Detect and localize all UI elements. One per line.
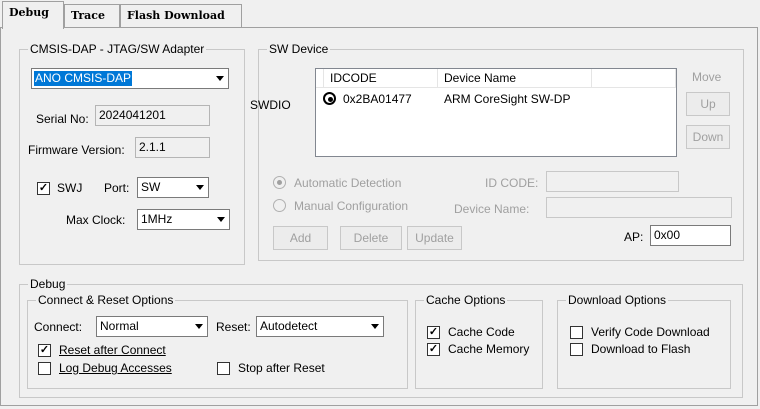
download-options-title: Download Options <box>566 293 669 307</box>
row-idcode: 0x2BA01477 <box>343 92 412 106</box>
chevron-down-icon[interactable] <box>212 210 229 229</box>
idcode-label: ID CODE: <box>485 176 539 190</box>
connect-select[interactable]: Normal <box>96 316 208 337</box>
clock-select[interactable]: 1MHz <box>137 209 230 230</box>
device-list[interactable]: IDCODE Device Name 0x2BA01477 ARM CoreSi… <box>315 68 677 157</box>
add-button[interactable]: Add <box>273 226 328 250</box>
devname-label: Device Name: <box>454 202 530 216</box>
serial-label: Serial No: <box>36 112 89 126</box>
cache-memory-label: Cache Memory <box>448 342 530 356</box>
serial-field: 2024041201 <box>95 105 210 126</box>
manual-config-radio[interactable] <box>273 199 286 212</box>
log-debug-label: Log Debug Accesses <box>59 361 172 375</box>
swj-label: SWJ <box>57 181 83 195</box>
debug-tab-pane: CMSIS-DAP - JTAG/SW Adapter ANO CMSIS-DA… <box>0 27 758 406</box>
chevron-down-icon[interactable] <box>191 178 208 197</box>
port-select[interactable]: SW <box>137 177 209 198</box>
adapter-group: CMSIS-DAP - JTAG/SW Adapter ANO CMSIS-DA… <box>19 42 245 265</box>
log-debug-checkbox[interactable] <box>38 362 51 375</box>
firmware-field: 2.1.1 <box>135 137 210 158</box>
download-to-flash-checkbox[interactable] <box>570 343 583 356</box>
auto-detect-label: Automatic Detection <box>294 176 402 190</box>
sw-device-title: SW Device <box>267 42 331 56</box>
ap-label: AP: <box>624 230 644 244</box>
port-label: Port: <box>104 181 130 195</box>
cache-options-group: Cache Options ✓ Cache Code ✓ Cache Memor… <box>415 293 543 389</box>
sw-device-group: SW Device SWDIO IDCODE Device Name 0x2BA… <box>250 42 744 261</box>
manual-config-label: Manual Configuration <box>294 199 409 213</box>
column-header-device-name[interactable]: Device Name <box>438 69 592 88</box>
port-select-value: SW <box>141 180 161 194</box>
chevron-down-icon[interactable] <box>190 317 207 336</box>
verify-download-checkbox[interactable] <box>570 326 583 339</box>
table-row[interactable]: 0x2BA01477 ARM CoreSight SW-DP <box>316 90 676 108</box>
debug-group: Debug Connect & Reset Options Connect: N… <box>19 277 743 398</box>
connect-reset-title: Connect & Reset Options <box>36 293 176 307</box>
reset-select[interactable]: Autodetect <box>256 316 384 337</box>
connect-reset-group: Connect & Reset Options Connect: Normal … <box>27 293 408 389</box>
stop-after-reset-checkbox[interactable] <box>217 362 230 375</box>
reset-after-connect-checkbox[interactable]: ✓ <box>38 344 51 357</box>
devname-input[interactable] <box>546 197 732 218</box>
swdio-label: SWDIO <box>250 98 291 112</box>
delete-button[interactable]: Delete <box>340 226 402 250</box>
cache-memory-checkbox[interactable]: ✓ <box>427 343 440 356</box>
idcode-input[interactable] <box>546 171 679 192</box>
connect-label: Connect: <box>34 320 83 334</box>
tab-trace[interactable]: Trace <box>64 4 120 28</box>
clock-select-value: 1MHz <box>141 212 173 226</box>
column-header-extra <box>592 69 676 88</box>
ap-input[interactable]: 0x00 <box>650 225 731 246</box>
chevron-down-icon[interactable] <box>366 317 383 336</box>
download-to-flash-label: Download to Flash <box>591 342 691 356</box>
reset-select-value: Autodetect <box>260 319 318 333</box>
debug-group-title: Debug <box>28 277 68 291</box>
verify-download-label: Verify Code Download <box>591 325 710 339</box>
reset-after-connect-label: Reset after Connect <box>59 343 166 357</box>
clock-label: Max Clock: <box>66 213 126 227</box>
adapter-select-value: ANO CMSIS-DAP <box>34 71 133 86</box>
row-device-name: ARM CoreSight SW-DP <box>444 92 571 106</box>
swj-checkbox[interactable]: ✓ <box>37 182 50 195</box>
firmware-label: Firmware Version: <box>28 143 125 157</box>
chevron-down-icon[interactable] <box>211 69 228 88</box>
auto-detect-radio[interactable] <box>273 176 286 189</box>
move-down-button[interactable]: Down <box>686 125 730 149</box>
cache-options-title: Cache Options <box>424 293 508 307</box>
update-button[interactable]: Update <box>407 226 462 250</box>
cache-code-label: Cache Code <box>448 325 515 339</box>
move-up-button[interactable]: Up <box>686 92 730 116</box>
adapter-select[interactable]: ANO CMSIS-DAP <box>31 68 229 89</box>
connect-select-value: Normal <box>100 319 139 333</box>
cache-code-checkbox[interactable]: ✓ <box>427 326 440 339</box>
column-header-blank <box>316 69 324 88</box>
adapter-group-title: CMSIS-DAP - JTAG/SW Adapter <box>28 42 207 56</box>
column-header-idcode[interactable]: IDCODE <box>324 69 438 88</box>
move-label: Move <box>692 70 722 84</box>
download-options-group: Download Options Verify Code Download Do… <box>557 293 731 389</box>
reset-label: Reset: <box>216 320 251 334</box>
row-select-radio[interactable] <box>323 92 336 105</box>
stop-after-reset-label: Stop after Reset <box>238 361 325 375</box>
tab-debug[interactable]: Debug <box>2 1 64 29</box>
tab-flash-download[interactable]: Flash Download <box>120 4 242 28</box>
